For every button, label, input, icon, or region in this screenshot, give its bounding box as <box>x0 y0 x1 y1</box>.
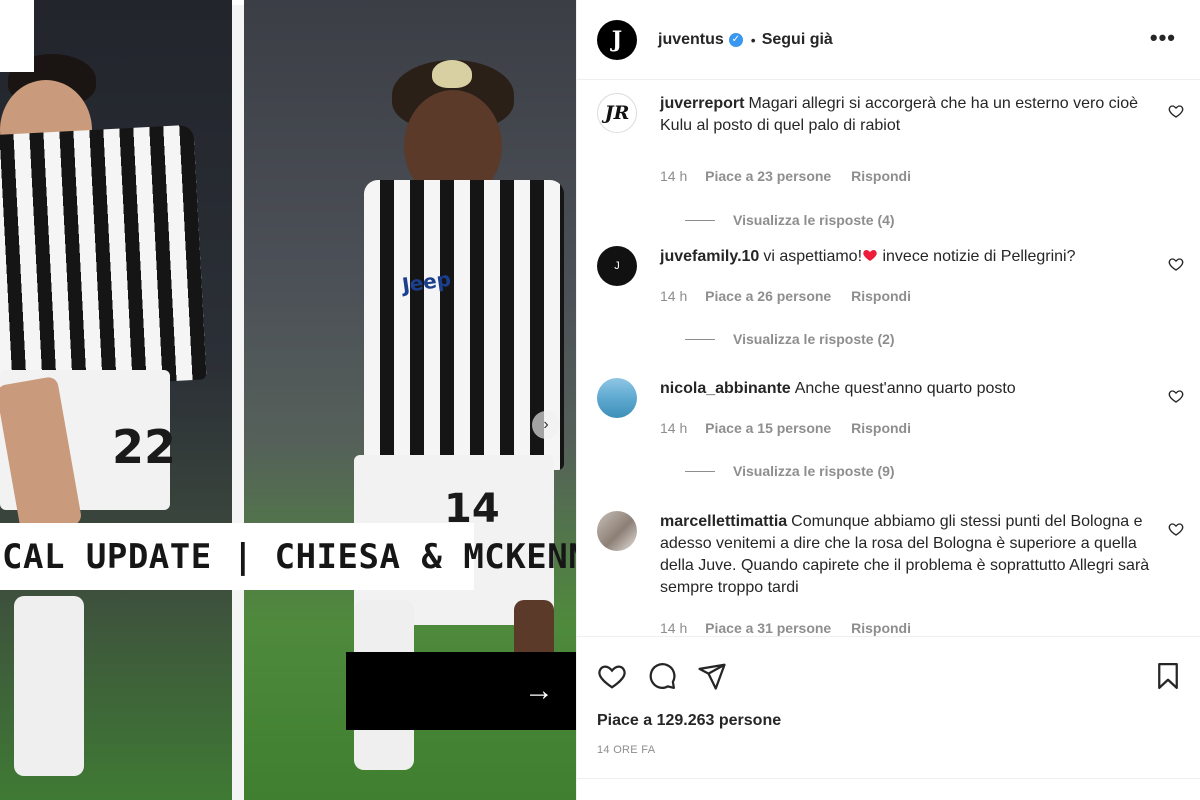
comment-time: 14 h <box>660 420 688 436</box>
comment-text-block: juverreport Magari allegri si accorgerà c… <box>660 93 1160 137</box>
more-icon[interactable]: ••• <box>1150 27 1176 49</box>
comment-time: 14 h <box>660 288 688 304</box>
post-image[interactable]: 22 14 Jeep CAL UPDATE | CHIESA & MCKENNI… <box>0 0 576 800</box>
comment-time: 14 h <box>660 168 688 184</box>
comment-text-block: nicola_abbinante Anche quest'anno quarto … <box>660 378 1160 400</box>
comment-like-icon[interactable] <box>1168 388 1184 404</box>
comment-likes[interactable]: Piace a 23 persone <box>705 168 831 184</box>
post-actions <box>577 636 1200 716</box>
comment-like-icon[interactable] <box>1168 103 1184 119</box>
comment-meta: 14 h Piace a 23 persone Rispondi <box>660 168 927 184</box>
comment-item: marcellettimattia Comunque abbiamo gli st… <box>597 511 1184 636</box>
comment-likes[interactable]: Piace a 31 persone <box>705 620 831 636</box>
follow-button[interactable]: Segui già <box>762 31 833 49</box>
arrow-right-icon: → <box>524 674 554 707</box>
post-time-ago[interactable]: 14 ORE FA <box>597 744 655 756</box>
commenter-username[interactable]: nicola_abbinante <box>660 380 791 397</box>
commenter-username[interactable]: juverreport <box>660 95 744 112</box>
like-icon[interactable] <box>597 661 627 691</box>
commenter-username[interactable]: juvefamily.10 <box>660 248 759 265</box>
view-replies-label[interactable]: Visualizza le risposte (2) <box>733 331 895 347</box>
comment-text-continued: invece notizie di Pellegrini? <box>878 248 1076 265</box>
share-icon[interactable] <box>697 661 727 691</box>
reply-button[interactable]: Rispondi <box>851 288 911 304</box>
post-header: J juventus ✓ • Segui già ••• <box>577 0 1200 80</box>
view-replies[interactable]: Visualizza le risposte (2) <box>685 331 895 347</box>
replies-divider <box>685 219 715 221</box>
player-left-number: 22 <box>112 420 177 474</box>
comment-likes[interactable]: Piace a 15 persone <box>705 420 831 436</box>
comment-like-icon[interactable] <box>1168 521 1184 537</box>
top-strip <box>232 0 244 5</box>
commenter-avatar[interactable] <box>597 378 637 418</box>
comment-text: vi aspettiamo! <box>763 248 863 265</box>
avatar-initials: JR <box>604 102 630 124</box>
post-banner: CAL UPDATE | CHIESA & MCKENNIE <box>0 523 576 590</box>
divider <box>577 778 1200 779</box>
comment-meta: 14 h Piace a 31 persone Rispondi <box>660 620 927 636</box>
comment-meta: 14 h Piace a 26 persone Rispondi <box>660 288 927 304</box>
comments-list[interactable]: JR juverreport Magari allegri si accorger… <box>577 80 1200 636</box>
comment-text-block: juvefamily.10 vi aspettiamo! invece notiz… <box>660 246 1160 268</box>
comment-item: nicola_abbinante Anche quest'anno quarto … <box>597 378 1184 498</box>
verified-icon: ✓ <box>728 32 743 47</box>
author-username[interactable]: juventus <box>658 31 724 49</box>
post-likes-count[interactable]: Piace a 129.263 persone <box>597 712 781 730</box>
next-arrow-box: → <box>346 652 576 730</box>
reply-button[interactable]: Rispondi <box>851 620 911 636</box>
red-heart-icon <box>863 250 877 261</box>
bookmark-icon[interactable] <box>1153 661 1183 691</box>
comment-item: J juvefamily.10 vi aspettiamo! invece not… <box>597 246 1184 366</box>
view-replies[interactable]: Visualizza le risposte (9) <box>685 463 895 479</box>
comment-text-block: marcellettimattia Comunque abbiamo gli st… <box>660 511 1155 599</box>
replies-divider <box>685 338 715 340</box>
comment-likes[interactable]: Piace a 26 persone <box>705 288 831 304</box>
carousel-indicator[interactable]: › <box>532 411 560 439</box>
post-side-panel: J juventus ✓ • Segui già ••• JR juverrep… <box>576 0 1200 800</box>
comment-text: Anche quest'anno quarto posto <box>794 380 1016 397</box>
reply-button[interactable]: Rispondi <box>851 168 911 184</box>
photo-left-panel: 22 <box>0 0 232 800</box>
commenter-username[interactable]: marcellettimattia <box>660 513 787 530</box>
comment-meta: 14 h Piace a 15 persone Rispondi <box>660 420 927 436</box>
commenter-avatar[interactable] <box>597 511 637 551</box>
image-corner <box>0 0 34 72</box>
reply-button[interactable]: Rispondi <box>851 420 911 436</box>
header-separator: • <box>750 31 756 48</box>
commenter-avatar[interactable]: JR <box>597 93 637 133</box>
view-replies-label[interactable]: Visualizza le risposte (9) <box>733 463 895 479</box>
comment-like-icon[interactable] <box>1168 256 1184 272</box>
comment-icon[interactable] <box>647 661 677 691</box>
author-avatar[interactable]: J <box>597 19 637 60</box>
commenter-avatar[interactable]: J <box>597 246 637 286</box>
replies-divider <box>685 470 715 472</box>
photo-divider <box>232 0 244 800</box>
comment-item: JR juverreport Magari allegri si accorger… <box>597 93 1184 228</box>
comment-time: 14 h <box>660 620 688 636</box>
banner-text: CAL UPDATE | CHIESA & MCKENNIE <box>2 536 576 577</box>
view-replies-label[interactable]: Visualizza le risposte (4) <box>733 212 895 228</box>
view-replies[interactable]: Visualizza le risposte (4) <box>685 212 895 228</box>
